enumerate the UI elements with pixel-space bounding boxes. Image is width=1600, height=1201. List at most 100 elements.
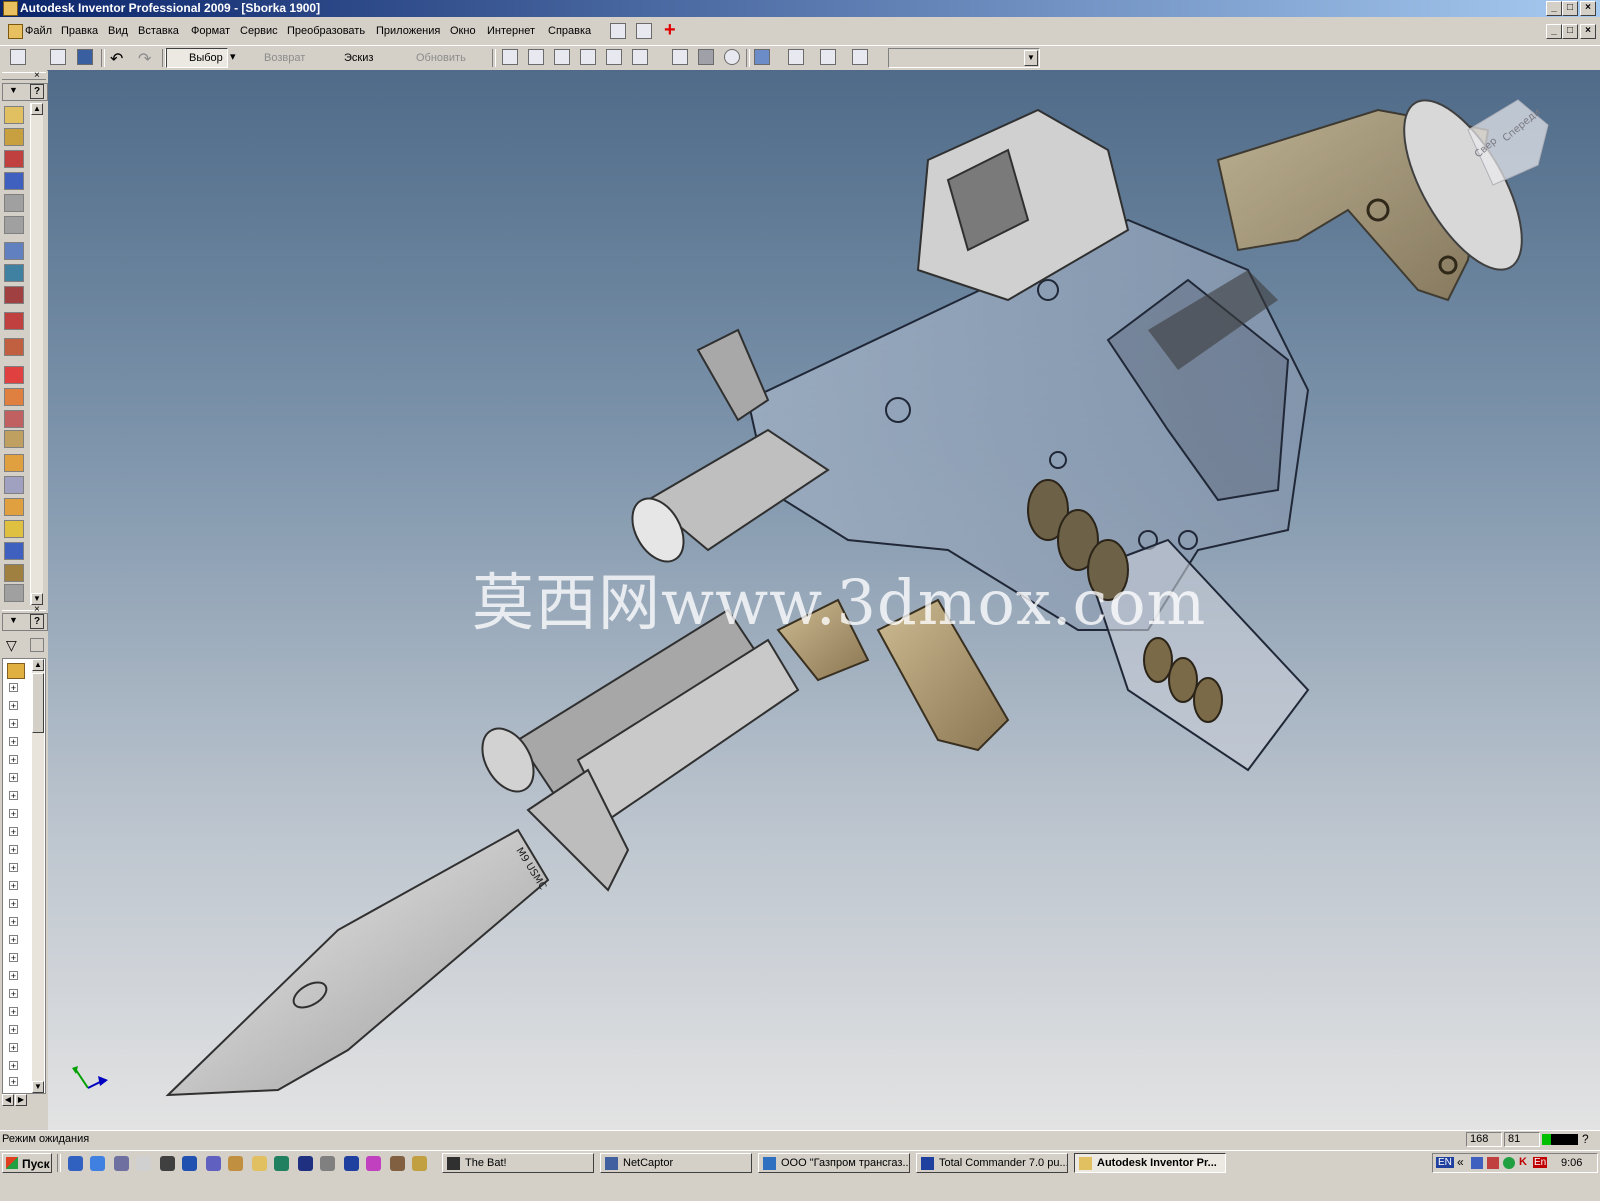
tray-app-icon[interactable]: [1487, 1157, 1499, 1169]
more-tools-icon[interactable]: [4, 584, 24, 602]
plane-icon[interactable]: [820, 49, 836, 65]
plane-work-icon[interactable]: [4, 430, 24, 448]
graphics-viewport[interactable]: M9 USMC Свер Спереди 莫西网www.3dmox.com: [48, 70, 1600, 1130]
ie-icon[interactable]: [68, 1156, 83, 1171]
floppy-icon[interactable]: [344, 1156, 359, 1171]
help-icon[interactable]: [610, 23, 626, 39]
document-icon[interactable]: [8, 24, 23, 39]
menu-format[interactable]: Формат: [191, 25, 230, 37]
analysis-icon[interactable]: [4, 410, 24, 428]
clock[interactable]: 9:06: [1561, 1157, 1582, 1169]
undo-icon[interactable]: ↶: [110, 49, 123, 68]
hole-icon[interactable]: [4, 542, 24, 560]
replace-icon[interactable]: [4, 312, 24, 330]
tray-expand-icon[interactable]: «: [1457, 1155, 1464, 1169]
assembly-icon[interactable]: [4, 172, 24, 190]
panel-close-icon[interactable]: ×: [34, 70, 40, 81]
task-netcaptor[interactable]: NetCaptor: [600, 1153, 752, 1173]
camera-icon[interactable]: [390, 1156, 405, 1171]
mirror-icon[interactable]: [4, 338, 24, 356]
axis-icon[interactable]: [4, 454, 24, 472]
scroll-left-icon[interactable]: ◀: [2, 1094, 14, 1106]
tree-expand-icon[interactable]: +: [9, 1025, 18, 1035]
design-view-icon[interactable]: [852, 49, 868, 65]
tray-app-icon[interactable]: [1471, 1157, 1483, 1169]
look-at-icon[interactable]: [672, 49, 688, 65]
scroll-up-icon[interactable]: ▲: [32, 659, 44, 671]
fillet-icon[interactable]: [4, 564, 24, 582]
close-button[interactable]: ×: [1580, 1, 1596, 16]
menu-help[interactable]: Справка: [548, 25, 591, 37]
maximize-button[interactable]: □: [1562, 1, 1578, 16]
inventor-app-icon[interactable]: [3, 1, 18, 16]
front-sight-part[interactable]: [696, 328, 770, 422]
browser-options-icon[interactable]: [30, 638, 44, 652]
assembly-root-icon[interactable]: [7, 663, 25, 679]
tree-expand-icon[interactable]: +: [9, 1077, 18, 1087]
plus-icon[interactable]: +: [664, 20, 680, 40]
tool-icon[interactable]: [136, 1156, 151, 1171]
tray-app-icon[interactable]: [1503, 1157, 1515, 1169]
notepad-icon[interactable]: [252, 1156, 267, 1171]
bayonet-part[interactable]: [165, 638, 800, 1097]
tree-expand-icon[interactable]: +: [9, 989, 18, 999]
create-component-icon[interactable]: [4, 128, 24, 146]
browser-header[interactable]: ▼ ?: [2, 613, 48, 631]
open-icon[interactable]: [50, 49, 66, 65]
place-component-icon[interactable]: [4, 106, 24, 124]
help-icon[interactable]: ?: [30, 614, 44, 629]
scroll-up-icon[interactable]: ▲: [31, 103, 43, 115]
chevron-down-icon[interactable]: ▾: [230, 50, 236, 63]
shadow-icon[interactable]: [724, 49, 740, 65]
section-icon[interactable]: [4, 388, 24, 406]
shaded-display-icon[interactable]: [698, 49, 714, 65]
help-bubble-icon[interactable]: ?: [1582, 1132, 1596, 1146]
doc-close-button[interactable]: ×: [1580, 24, 1596, 39]
image-icon[interactable]: [320, 1156, 335, 1171]
menu-view[interactable]: Вид: [108, 25, 128, 37]
tree-expand-icon[interactable]: +: [9, 935, 18, 945]
scroll-right-icon[interactable]: ▶: [15, 1094, 27, 1106]
menu-internet[interactable]: Интернет: [487, 25, 535, 37]
select-button[interactable]: Выбор: [166, 48, 228, 68]
zoom-window-icon[interactable]: [528, 49, 544, 65]
network-icon[interactable]: [160, 1156, 175, 1171]
tree-expand-icon[interactable]: +: [9, 683, 18, 693]
chevron-down-icon[interactable]: ▼: [1024, 50, 1038, 66]
tree-expand-icon[interactable]: +: [9, 701, 18, 711]
tree-expand-icon[interactable]: +: [9, 737, 18, 747]
app-icon[interactable]: [114, 1156, 129, 1171]
constraint-icon[interactable]: [4, 242, 24, 260]
save-icon[interactable]: [77, 49, 93, 65]
tree-expand-icon[interactable]: +: [9, 917, 18, 927]
tree-expand-icon[interactable]: +: [9, 827, 18, 837]
panel-scrollbar[interactable]: ▲ ▼: [30, 103, 43, 605]
tree-expand-icon[interactable]: +: [9, 773, 18, 783]
pattern-icon[interactable]: [4, 150, 24, 168]
menu-file[interactable]: Файл: [25, 25, 52, 37]
tree-expand-icon[interactable]: +: [9, 1007, 18, 1017]
menu-applications[interactable]: Приложения: [376, 25, 440, 37]
help-icon[interactable]: ?: [30, 84, 44, 99]
point-icon[interactable]: [4, 476, 24, 494]
start-button[interactable]: Пуск: [2, 1153, 52, 1173]
tree-expand-icon[interactable]: +: [9, 809, 18, 819]
menu-convert[interactable]: Преобразовать: [287, 25, 365, 37]
kaspersky-icon[interactable]: K: [1519, 1156, 1527, 1168]
rotate-icon[interactable]: [632, 49, 648, 65]
doc-restore-button[interactable]: □: [1562, 24, 1578, 39]
redo-icon[interactable]: ↷: [138, 49, 151, 68]
tree-expand-icon[interactable]: +: [9, 971, 18, 981]
tree-expand-icon[interactable]: +: [9, 953, 18, 963]
task-gazprom[interactable]: ООО "Газпром трансгаз...: [758, 1153, 910, 1173]
pen-icon[interactable]: [366, 1156, 381, 1171]
menu-tools[interactable]: Сервис: [240, 25, 278, 37]
menu-window[interactable]: Окно: [450, 25, 476, 37]
browser-icon[interactable]: [90, 1156, 105, 1171]
task-inventor[interactable]: Autodesk Inventor Pr...: [1074, 1153, 1226, 1173]
extrude-icon[interactable]: [4, 520, 24, 538]
tree-expand-icon[interactable]: +: [9, 719, 18, 729]
doc-minimize-button[interactable]: _: [1546, 24, 1562, 39]
tree-expand-icon[interactable]: +: [9, 1043, 18, 1053]
tree-expand-icon[interactable]: +: [9, 1061, 18, 1071]
